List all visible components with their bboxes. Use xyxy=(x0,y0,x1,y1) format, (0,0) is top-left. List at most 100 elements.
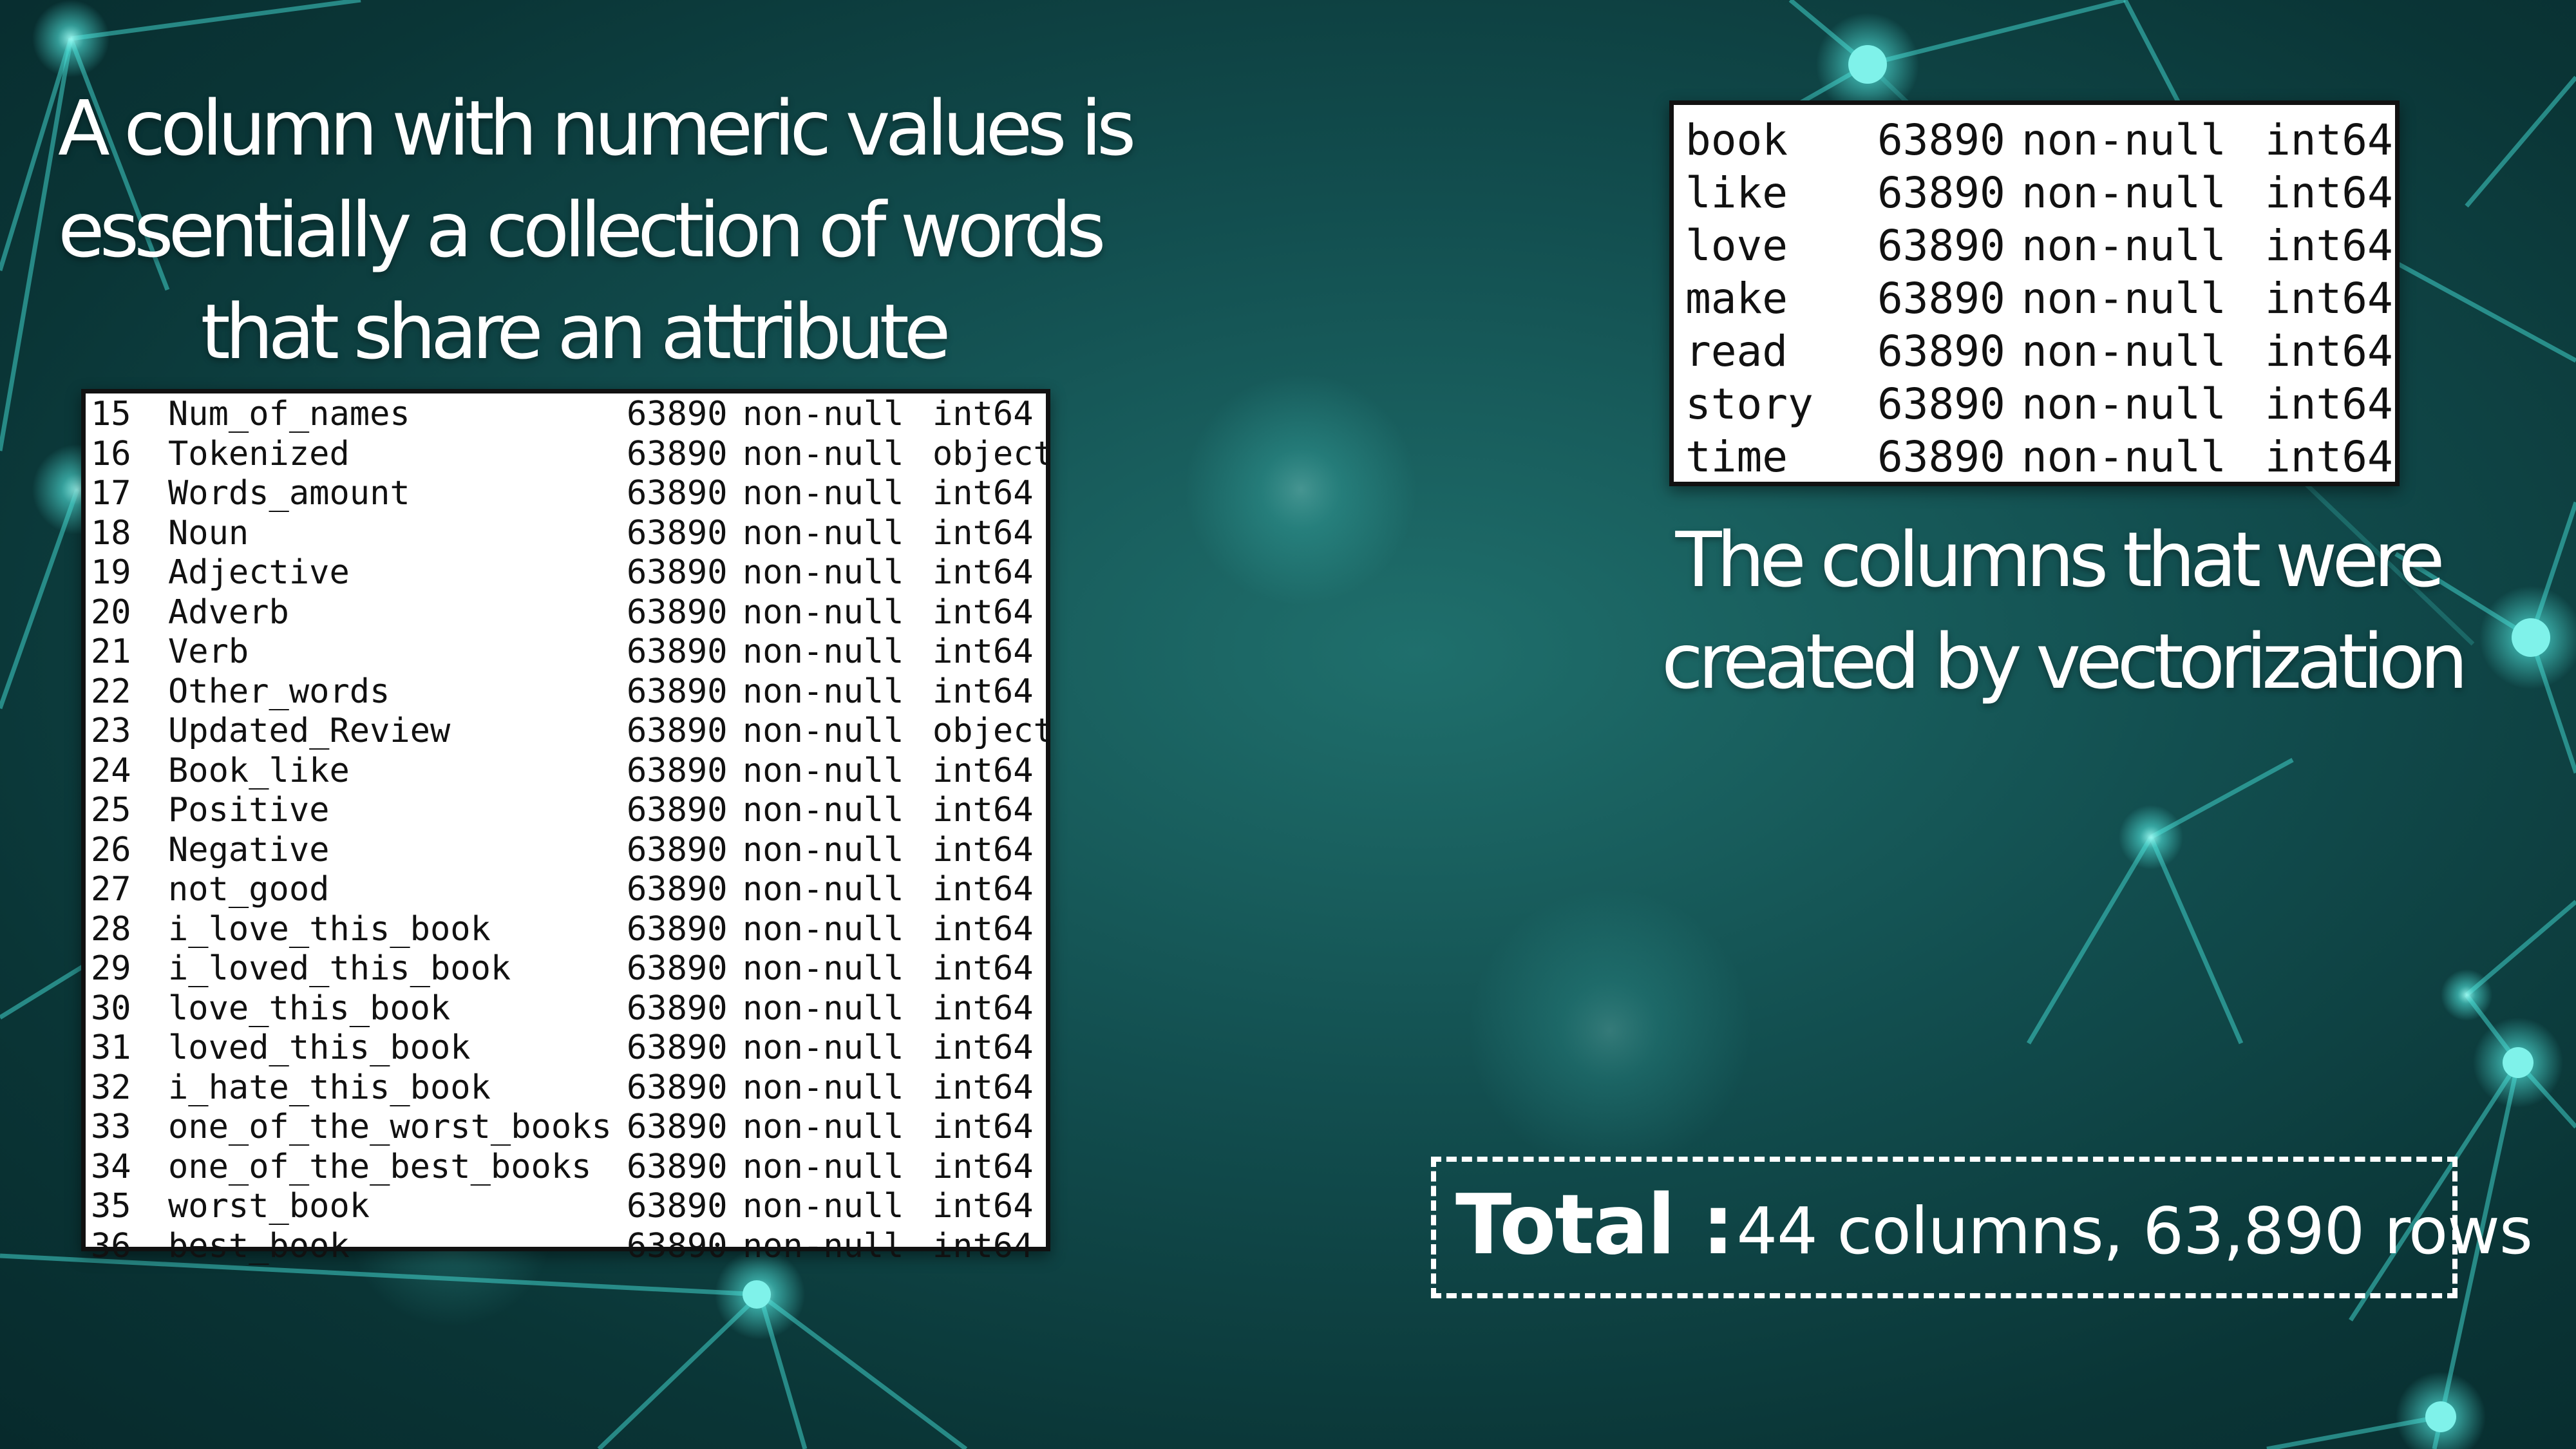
non-null-count: 63890 xyxy=(627,989,728,1028)
table-row: 34 one_of_the_best_books 63890 non-null int6… xyxy=(86,1148,1046,1188)
table-row: 26 Negative 63890 non-null int64 xyxy=(86,831,1046,871)
column-name: i_loved_this_book xyxy=(168,949,511,988)
column-index: 35 xyxy=(91,1187,131,1226)
non-null-label: non-null xyxy=(743,672,904,711)
table-row: time 63890 non-null int64 xyxy=(1674,431,2395,484)
column-index: 24 xyxy=(91,751,131,790)
dtype: int64 xyxy=(933,474,1034,513)
non-null-count: 63890 xyxy=(1877,115,2005,165)
column-name: best_book xyxy=(168,1226,350,1265)
dtype: int64 xyxy=(933,513,1034,553)
dtype: int64 xyxy=(933,1108,1034,1146)
column-index: 29 xyxy=(91,949,131,988)
table-row: 23 Updated_Review 63890 non-null object xyxy=(86,712,1054,752)
table-row: 16 Tokenized 63890 non-null object xyxy=(86,435,1054,475)
non-null-label: non-null xyxy=(743,1068,904,1107)
table-row: love 63890 non-null int64 xyxy=(1674,220,2395,272)
non-null-label: non-null xyxy=(2022,221,2226,270)
total-value: 44 columns, 63,890 rows xyxy=(1736,1193,2533,1269)
non-null-label: non-null xyxy=(743,1147,904,1186)
non-null-label: non-null xyxy=(743,632,904,671)
heading-right: The columns that were created by vectori… xyxy=(1662,509,2468,712)
column-index: 15 xyxy=(91,395,131,433)
table-row: make 63890 non-null int64 xyxy=(1674,272,2395,325)
non-null-label: non-null xyxy=(743,751,904,790)
non-null-count: 63890 xyxy=(1877,432,2005,482)
column-name: Verb xyxy=(168,632,249,671)
column-name: Adjective xyxy=(168,553,350,592)
non-null-label: non-null xyxy=(743,791,904,829)
non-null-count: 63890 xyxy=(627,1187,728,1226)
non-null-label: non-null xyxy=(743,592,904,632)
non-null-count: 63890 xyxy=(627,751,728,790)
table-row: story 63890 non-null int64 xyxy=(1674,378,2395,431)
column-index: 31 xyxy=(91,1028,131,1067)
dtype: int64 xyxy=(2265,379,2393,429)
dtype: int64 xyxy=(933,1028,1034,1067)
column-index: 19 xyxy=(91,553,131,592)
non-null-label: non-null xyxy=(2022,432,2226,482)
column-name: book xyxy=(1685,115,1788,165)
column-index: 18 xyxy=(91,513,131,553)
non-null-label: non-null xyxy=(2022,274,2226,323)
dtype: int64 xyxy=(2265,274,2393,323)
heading-left-line: A column with numeric values is xyxy=(58,84,1136,173)
column-name: loved_this_book xyxy=(168,1028,471,1067)
non-null-label: non-null xyxy=(743,870,904,909)
table-row: 15 Num_of_names 63890 non-null int64 xyxy=(86,395,1046,435)
non-null-count: 63890 xyxy=(627,909,728,949)
column-name: like xyxy=(1685,168,1788,218)
column-index: 28 xyxy=(91,909,131,949)
dtype: int64 xyxy=(933,949,1034,988)
table-row: 18 Noun 63890 non-null int64 xyxy=(86,514,1046,554)
non-null-count: 63890 xyxy=(627,830,728,869)
table-row: 30 love_this_book 63890 non-null int64 xyxy=(86,989,1046,1029)
non-null-label: non-null xyxy=(2022,115,2226,165)
column-name: i_love_this_book xyxy=(168,909,491,949)
table-row: 33 one_of_the_worst_books 63890 non-null int… xyxy=(86,1108,1046,1148)
column-name: time xyxy=(1685,432,1788,482)
column-name: Other_words xyxy=(168,672,390,711)
total-label: Total : xyxy=(1455,1177,1734,1273)
column-index: 32 xyxy=(91,1068,131,1107)
non-null-count: 63890 xyxy=(627,474,728,513)
dtype: int64 xyxy=(933,1147,1034,1186)
column-index: 21 xyxy=(91,632,131,671)
column-name: make xyxy=(1685,274,1788,323)
dtype: int64 xyxy=(933,830,1034,869)
non-null-label: non-null xyxy=(743,909,904,949)
column-index: 36 xyxy=(91,1226,131,1265)
non-null-label: non-null xyxy=(743,474,904,513)
column-name: Negative xyxy=(168,830,330,869)
heading-left-line: that share an attribute xyxy=(200,287,951,376)
dtype: object xyxy=(933,712,1054,750)
dtype: int64 xyxy=(2265,221,2393,270)
dtype: int64 xyxy=(933,1068,1034,1107)
column-index: 22 xyxy=(91,672,131,711)
vectorized-columns-table: book 63890 non-null int64 like 63890 non-null i… xyxy=(1669,100,2400,486)
non-null-label: non-null xyxy=(743,712,904,750)
dtype: int64 xyxy=(933,395,1034,433)
non-null-count: 63890 xyxy=(627,949,728,988)
column-name: worst_book xyxy=(168,1187,370,1226)
non-null-count: 63890 xyxy=(627,1226,728,1265)
column-index: 20 xyxy=(91,592,131,632)
non-null-label: non-null xyxy=(743,1108,904,1146)
non-null-count: 63890 xyxy=(627,592,728,632)
column-name: Words_amount xyxy=(168,474,410,513)
column-name: read xyxy=(1685,327,1788,376)
non-null-count: 63890 xyxy=(627,1108,728,1146)
table-row: 19 Adjective 63890 non-null int64 xyxy=(86,553,1046,593)
non-null-label: non-null xyxy=(2022,379,2226,429)
column-name: Adverb xyxy=(168,592,289,632)
dtype: int64 xyxy=(933,1187,1034,1226)
column-name: one_of_the_best_books xyxy=(168,1147,592,1186)
table-row: like 63890 non-null int64 xyxy=(1674,167,2395,220)
column-name: one_of_the_worst_books xyxy=(168,1108,612,1146)
dtype: int64 xyxy=(933,989,1034,1028)
non-null-label: non-null xyxy=(2022,327,2226,376)
non-null-count: 63890 xyxy=(1877,221,2005,270)
non-null-label: non-null xyxy=(743,1187,904,1226)
dtype: int64 xyxy=(933,592,1034,632)
non-null-count: 63890 xyxy=(627,672,728,711)
